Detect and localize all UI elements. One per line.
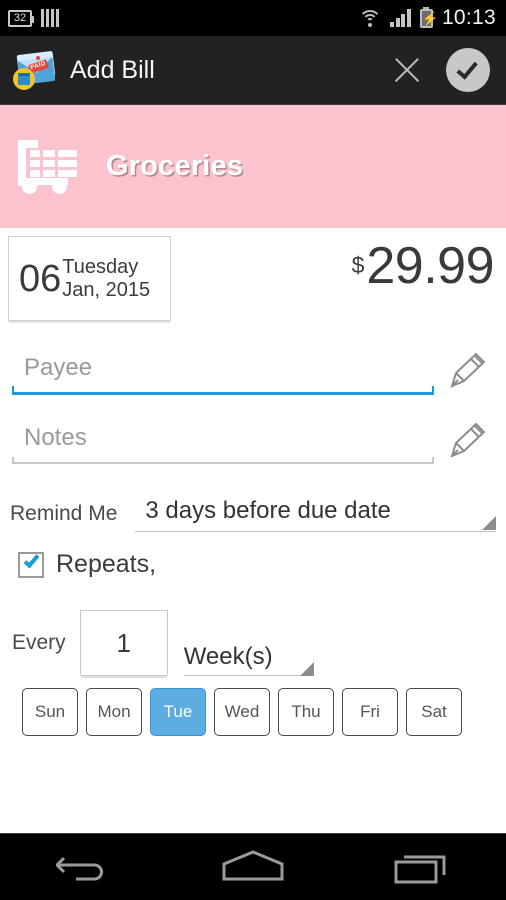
paid-bill-envelope-icon[interactable]: PAID [12,50,56,90]
category-label: Groceries [106,150,244,182]
period-value: Week(s) [183,643,273,670]
recent-apps-icon[interactable] [367,842,477,892]
page-title: Add Bill [70,55,155,84]
interval-input[interactable]: 1 [79,610,168,676]
weekday-chip-fri[interactable]: Fri [342,688,398,736]
payee-field-row: Payee [12,344,494,404]
cellular-signal-icon [390,9,411,27]
app-root: 32 ⚡ 10:13 PAID Add Bill Groceries 06 Tu… [0,0,506,900]
weekday-chip-sat[interactable]: Sat [406,688,462,736]
every-label: Every [12,631,66,654]
action-bar: PAID Add Bill [0,36,506,105]
action-bar-buttons [392,48,490,92]
due-date-weekday: Tuesday [62,255,139,278]
weekday-chip-tue[interactable]: Tue [150,688,206,736]
notes-underline [12,457,434,464]
chevron-down-icon [299,662,314,676]
payee-input[interactable]: Payee [12,344,434,392]
pencil-icon[interactable] [440,416,492,464]
remind-me-label: Remind Me [10,502,118,525]
due-date-day: 06 [19,257,62,300]
weekday-selector: Sun Mon Tue Wed Thu Fri Sat [22,688,462,736]
back-icon[interactable] [29,842,139,892]
notification-count-icon: 32 [8,9,34,27]
repeats-label: Repeats, [56,550,157,578]
period-spinner[interactable]: Week(s) [183,643,314,678]
status-bar-right-icons: ⚡ 10:13 [358,6,496,30]
recurrence-interval-row: Every 1 Week(s) [12,608,502,678]
pencil-icon[interactable] [440,346,492,394]
amount-display[interactable]: $ 29.99 [351,237,495,295]
remind-me-row: Remind Me 3 days before due date [10,488,496,532]
due-date-month-year: Jan, 2015 [62,278,151,301]
shopping-cart-icon [16,138,78,196]
notes-input[interactable]: Notes [12,414,434,462]
status-bar: 32 ⚡ 10:13 [0,0,506,36]
remind-me-spinner[interactable]: 3 days before due date [135,497,496,532]
weekday-chip-sun[interactable]: Sun [22,688,78,736]
signal-bars-icon [41,9,59,27]
home-icon[interactable] [198,842,308,892]
category-banner[interactable]: Groceries [0,105,506,228]
status-bar-clock: 10:13 [441,6,496,29]
notes-field-row: Notes [12,414,494,474]
system-navigation-bar [0,833,506,900]
accept-check-icon[interactable] [446,48,490,92]
repeats-checkbox-row[interactable]: Repeats, [18,550,156,579]
wifi-icon [358,9,382,27]
battery-charging-icon: ⚡ [419,8,439,28]
weekday-chip-wed[interactable]: Wed [214,688,270,736]
weekday-chip-thu[interactable]: Thu [278,688,334,736]
remind-me-value: 3 days before due date [145,497,391,524]
due-date-button[interactable]: 06 Tuesday Jan, 2015 [8,236,171,321]
payee-underline [12,386,434,395]
status-bar-left-icons: 32 [8,9,59,27]
chevron-down-icon [482,516,496,530]
weekday-chip-mon[interactable]: Mon [86,688,142,736]
repeats-checkbox[interactable] [18,551,44,578]
date-amount-row: 06 Tuesday Jan, 2015 $ 29.99 [0,236,506,336]
close-icon[interactable] [392,55,422,85]
currency-symbol: $ [351,252,365,278]
amount-value: 29.99 [366,237,494,295]
notification-count-value: 32 [13,11,27,24]
